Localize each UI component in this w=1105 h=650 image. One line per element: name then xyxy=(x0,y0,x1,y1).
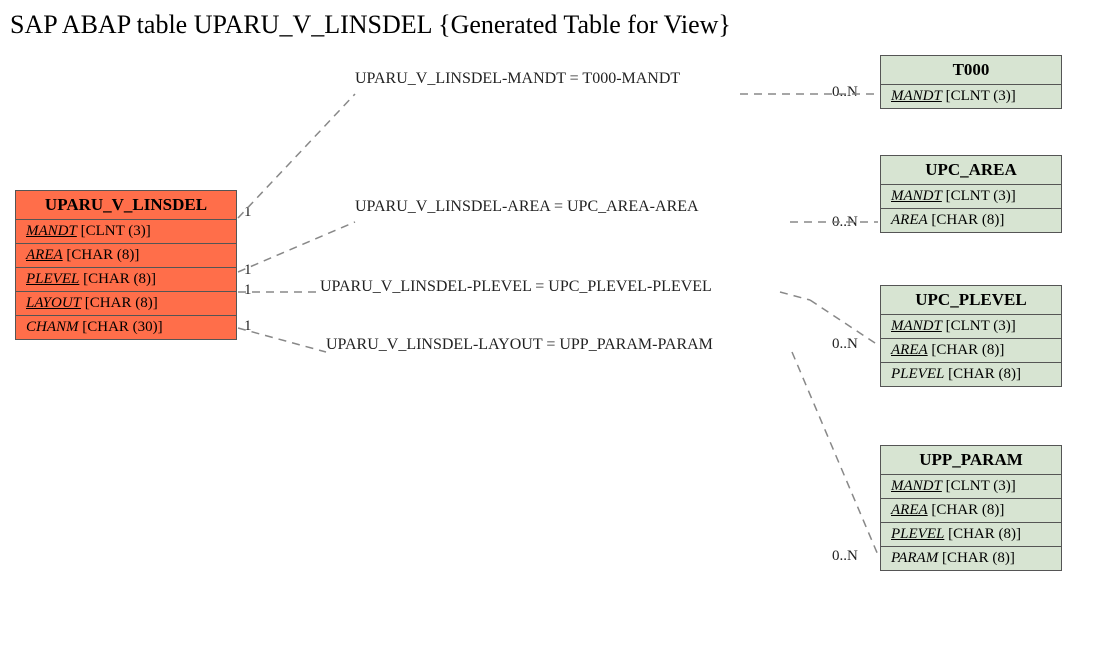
entity-field: MANDT [CLNT (3)] xyxy=(881,185,1061,209)
relation-label: UPARU_V_LINSDEL-LAYOUT = UPP_PARAM-PARAM xyxy=(326,336,713,354)
entity-field: AREA [CHAR (8)] xyxy=(881,209,1061,232)
entity-main: UPARU_V_LINSDEL MANDT [CLNT (3)] AREA [C… xyxy=(15,190,237,340)
entity-field: PLEVEL [CHAR (8)] xyxy=(881,523,1061,547)
entity-main-field: AREA [CHAR (8)] xyxy=(16,244,236,268)
entity-main-header: UPARU_V_LINSDEL xyxy=(16,191,236,220)
entity-main-field: MANDT [CLNT (3)] xyxy=(16,220,236,244)
page-title: SAP ABAP table UPARU_V_LINSDEL {Generate… xyxy=(10,10,731,40)
entity-header: UPC_AREA xyxy=(881,156,1061,185)
entity-upc-area: UPC_AREA MANDT [CLNT (3)] AREA [CHAR (8)… xyxy=(880,155,1062,233)
entity-field: PARAM [CHAR (8)] xyxy=(881,547,1061,570)
entity-field: MANDT [CLNT (3)] xyxy=(881,315,1061,339)
cardinality-right: 0..N xyxy=(832,214,858,231)
entity-header: T000 xyxy=(881,56,1061,85)
entity-field: PLEVEL [CHAR (8)] xyxy=(881,363,1061,386)
entity-t000: T000 MANDT [CLNT (3)] xyxy=(880,55,1062,109)
entity-main-field: LAYOUT [CHAR (8)] xyxy=(16,292,236,316)
entity-header: UPP_PARAM xyxy=(881,446,1061,475)
cardinality-left: 1 xyxy=(244,318,252,335)
relation-label: UPARU_V_LINSDEL-MANDT = T000-MANDT xyxy=(355,70,680,88)
cardinality-left: 1 xyxy=(244,282,252,299)
entity-field: AREA [CHAR (8)] xyxy=(881,499,1061,523)
entity-field: AREA [CHAR (8)] xyxy=(881,339,1061,363)
entity-field: MANDT [CLNT (3)] xyxy=(881,475,1061,499)
cardinality-right: 0..N xyxy=(832,548,858,565)
entity-upc-plevel: UPC_PLEVEL MANDT [CLNT (3)] AREA [CHAR (… xyxy=(880,285,1062,387)
cardinality-left: 1 xyxy=(244,204,252,221)
relation-label: UPARU_V_LINSDEL-PLEVEL = UPC_PLEVEL-PLEV… xyxy=(320,278,712,296)
entity-main-field: PLEVEL [CHAR (8)] xyxy=(16,268,236,292)
relation-label: UPARU_V_LINSDEL-AREA = UPC_AREA-AREA xyxy=(355,198,699,216)
entity-field: MANDT [CLNT (3)] xyxy=(881,85,1061,108)
entity-header: UPC_PLEVEL xyxy=(881,286,1061,315)
cardinality-left: 1 xyxy=(244,262,252,279)
cardinality-right: 0..N xyxy=(832,84,858,101)
entity-upp-param: UPP_PARAM MANDT [CLNT (3)] AREA [CHAR (8… xyxy=(880,445,1062,571)
cardinality-right: 0..N xyxy=(832,336,858,353)
entity-main-field: CHANM [CHAR (30)] xyxy=(16,316,236,339)
